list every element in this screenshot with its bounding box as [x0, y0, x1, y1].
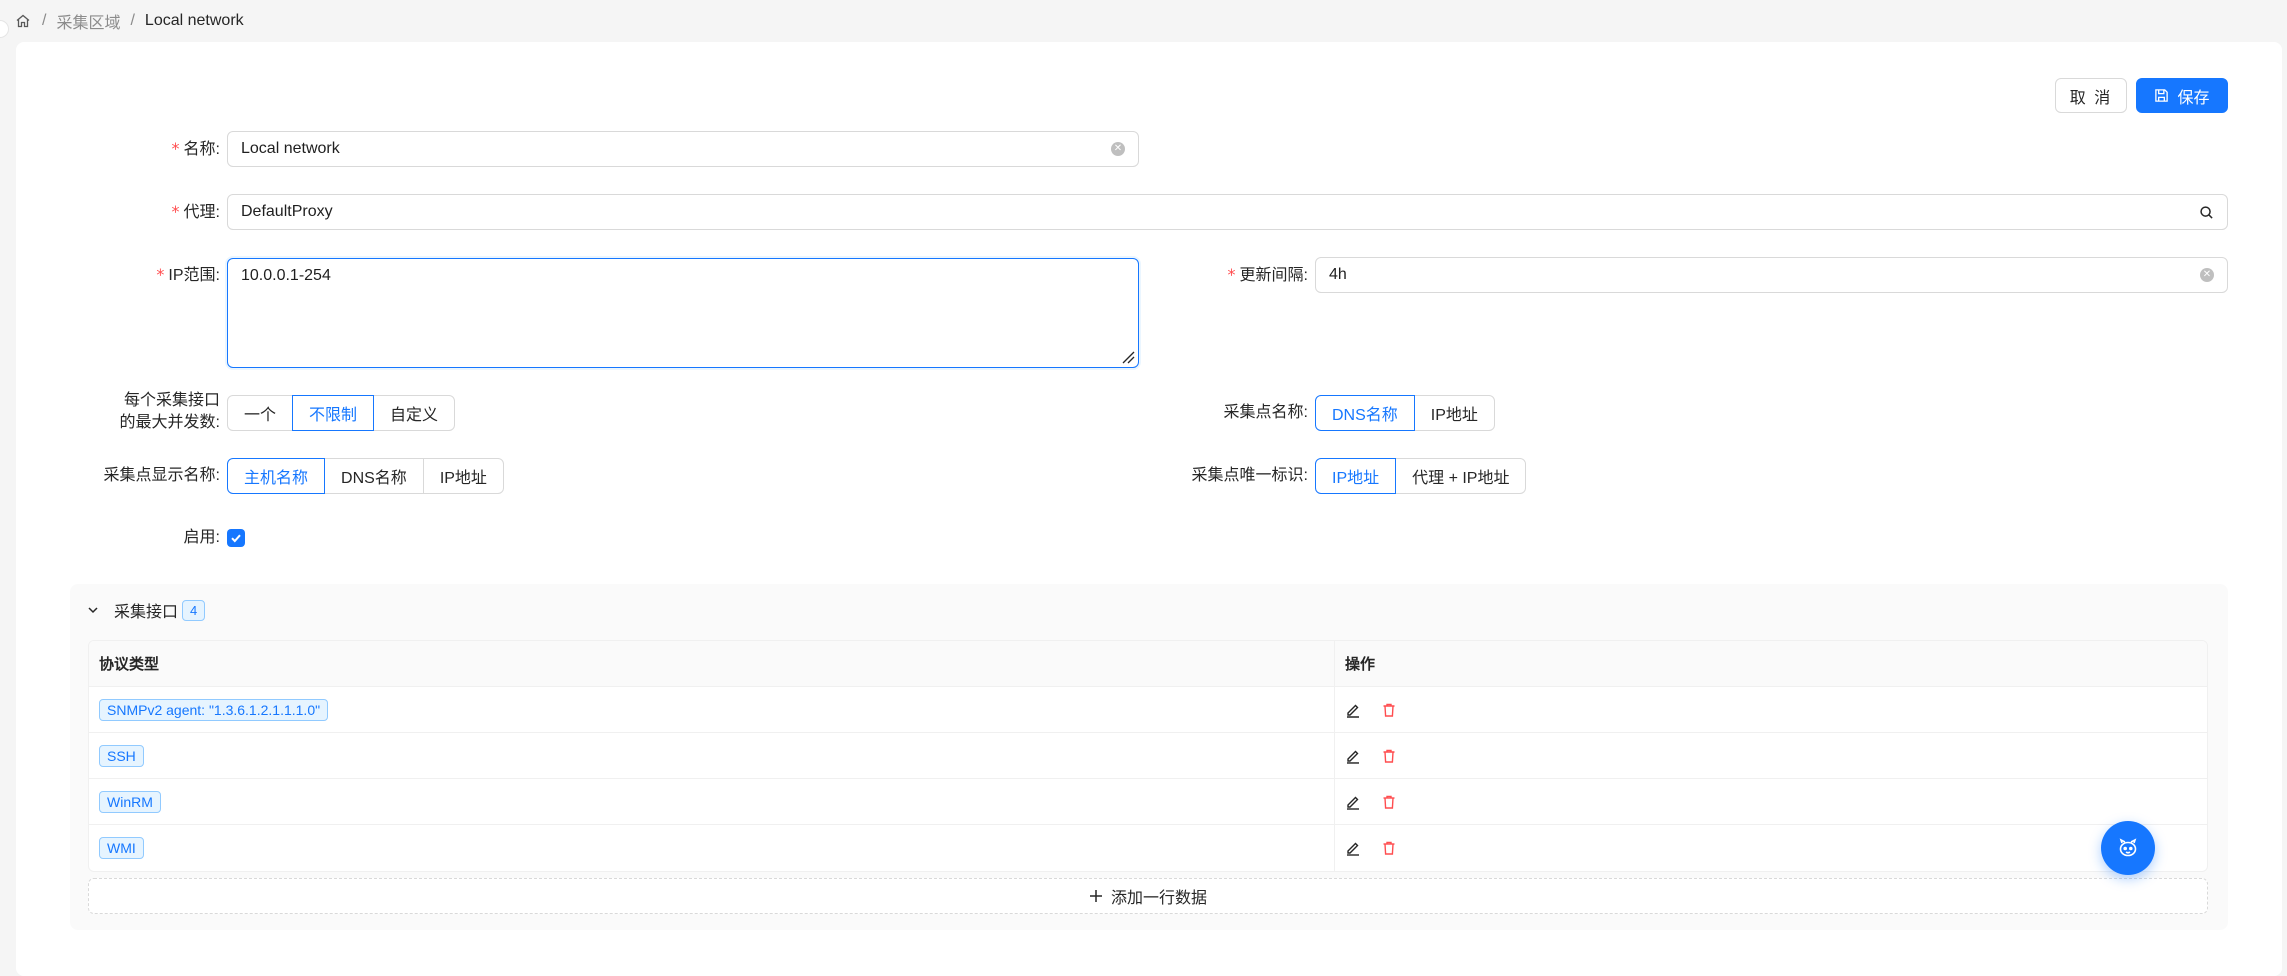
max-concurrency-selector[interactable]: 一个 不限制 自定义 — [227, 395, 456, 431]
save-icon — [2154, 88, 2169, 103]
ip-range-textarea[interactable]: 10.0.0.1-254 — [227, 258, 1139, 368]
interfaces-table: 协议类型 操作 SNMPv2 agent: "1.3.6.1.2.1.1.1.0… — [88, 640, 2208, 872]
table-row: SNMPv2 agent: "1.3.6.1.2.1.1.1.0" — [89, 687, 2207, 733]
option-host-name[interactable]: 主机名称 — [227, 458, 326, 494]
proxy-label: * 代理: — [171, 202, 220, 221]
name-label: * 名称: — [171, 139, 220, 158]
option-dns-name[interactable]: DNS名称 — [324, 458, 424, 494]
collector-name-selector[interactable]: DNS名称 IP地址 — [1315, 395, 1495, 431]
update-interval-value: 4h — [1329, 266, 1347, 283]
option-ip-address[interactable]: IP地址 — [1315, 458, 1397, 494]
edit-icon[interactable] — [1345, 702, 1361, 718]
robot-icon — [2117, 837, 2139, 859]
edit-icon[interactable] — [1345, 840, 1361, 856]
cancel-button[interactable]: 取 消 — [2055, 78, 2127, 113]
table-header-row: 协议类型 操作 — [89, 641, 2207, 687]
protocol-tag: WinRM — [99, 790, 161, 813]
column-header-protocol: 协议类型 — [89, 641, 1335, 686]
collector-name-label: 采集点名称: — [1223, 404, 1308, 421]
home-icon[interactable] — [14, 12, 32, 30]
proxy-value: DefaultProxy — [241, 203, 333, 220]
breadcrumb-separator: / — [130, 12, 135, 29]
display-name-label: 采集点显示名称: — [103, 467, 220, 484]
name-field[interactable]: Local network ✕ — [227, 131, 1139, 167]
breadcrumb: / 采集区域 / Local network — [14, 10, 244, 32]
table-row: WinRM — [89, 779, 2207, 825]
display-name-selector[interactable]: 主机名称 DNS名称 IP地址 — [227, 458, 504, 494]
plus-icon — [1089, 889, 1103, 903]
option-unlimited[interactable]: 不限制 — [292, 395, 375, 431]
interfaces-panel-header[interactable]: 采集接口 4 — [86, 597, 206, 623]
protocol-tag: SNMPv2 agent: "1.3.6.1.2.1.1.1.0" — [99, 698, 329, 721]
delete-icon[interactable] — [1381, 794, 1397, 810]
add-row-button[interactable]: 添加一行数据 — [88, 878, 2208, 914]
column-header-actions: 操作 — [1345, 656, 1376, 673]
breadcrumb-current: Local network — [144, 12, 244, 29]
proxy-field[interactable]: DefaultProxy — [227, 194, 2228, 230]
table-row: WMI — [89, 825, 2207, 871]
option-dns-name[interactable]: DNS名称 — [1315, 395, 1415, 431]
enabled-label: 启用: — [183, 529, 220, 546]
add-row-label: 添加一行数据 — [1110, 890, 1207, 907]
breadcrumb-separator: / — [42, 12, 47, 29]
ip-range-label: * IP范围: — [156, 265, 220, 284]
ip-range-value: 10.0.0.1-254 — [241, 267, 331, 284]
edit-icon[interactable] — [1345, 748, 1361, 764]
delete-icon[interactable] — [1381, 840, 1397, 856]
table-row: SSH — [89, 733, 2207, 779]
protocol-tag: SSH — [99, 744, 144, 767]
option-one[interactable]: 一个 — [227, 395, 294, 431]
clear-icon[interactable]: ✕ — [1111, 142, 1125, 156]
edit-icon[interactable] — [1345, 794, 1361, 810]
breadcrumb-link-collection-area[interactable]: 采集区域 — [56, 9, 120, 33]
delete-icon[interactable] — [1381, 702, 1397, 718]
max-concurrency-label: 每个采集接口 的最大并发数: — [119, 392, 220, 431]
interfaces-count-badge: 4 — [182, 599, 206, 621]
save-button[interactable]: 保存 — [2136, 78, 2228, 113]
option-ip-address[interactable]: IP地址 — [1413, 395, 1495, 431]
unique-id-selector[interactable]: IP地址 代理 + IP地址 — [1315, 458, 1527, 494]
unique-id-label: 采集点唯一标识: — [1191, 467, 1308, 484]
assistant-fab-button[interactable] — [2101, 821, 2155, 875]
option-proxy-ip-address[interactable]: 代理 + IP地址 — [1395, 458, 1527, 494]
chevron-down-icon[interactable] — [86, 603, 100, 617]
delete-icon[interactable] — [1381, 748, 1397, 764]
interfaces-title: 采集接口 — [114, 604, 179, 621]
clear-icon[interactable]: ✕ — [2200, 268, 2214, 282]
option-custom[interactable]: 自定义 — [373, 395, 456, 431]
update-interval-field[interactable]: 4h ✕ — [1315, 257, 2228, 293]
search-icon[interactable] — [2199, 205, 2214, 220]
side-collapse-handle[interactable] — [0, 20, 9, 38]
protocol-tag: WMI — [99, 837, 144, 859]
save-label: 保存 — [2177, 89, 2210, 107]
update-interval-label: * 更新间隔: — [1227, 265, 1308, 284]
option-ip-address[interactable]: IP地址 — [422, 458, 504, 494]
name-value: Local network — [241, 140, 340, 157]
cancel-label: 取 消 — [2069, 89, 2113, 107]
resize-handle-icon[interactable] — [1121, 350, 1135, 364]
enabled-checkbox[interactable] — [227, 529, 245, 547]
